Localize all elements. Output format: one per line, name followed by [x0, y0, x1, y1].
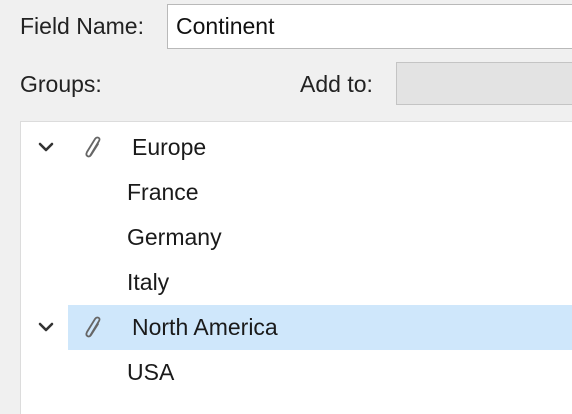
chevron-down-icon[interactable]	[38, 140, 54, 154]
chevron-down-icon[interactable]	[38, 320, 54, 334]
tree-member-label: USA	[127, 359, 175, 385]
tree-group-label: North America	[132, 314, 278, 340]
field-name-label: Field Name:	[20, 13, 144, 39]
tree-member-row[interactable]: USA	[21, 350, 572, 395]
tree-member-row[interactable]: Germany	[21, 215, 572, 260]
tree-group-row-north-america[interactable]: North America	[21, 305, 572, 350]
tree-member-row[interactable]: Italy	[21, 260, 572, 305]
edit-group-dialog: Field Name: Groups: Add to: Europe Franc…	[0, 0, 572, 414]
paperclip-icon	[85, 136, 101, 158]
tree-group-row-europe[interactable]: Europe	[21, 125, 572, 170]
tree-member-label: Italy	[127, 269, 170, 295]
add-to-label: Add to:	[300, 71, 373, 97]
tree-member-row[interactable]: France	[21, 170, 572, 215]
add-to-dropdown[interactable]	[396, 62, 572, 105]
field-name-input[interactable]	[167, 4, 572, 49]
groups-tree[interactable]: Europe France Germany Italy North Americ…	[20, 121, 572, 414]
groups-label: Groups:	[20, 71, 102, 97]
tree-member-label: Germany	[127, 224, 222, 250]
tree-group-label: Europe	[132, 134, 207, 160]
tree-member-label: France	[127, 179, 199, 205]
paperclip-icon	[85, 316, 101, 338]
